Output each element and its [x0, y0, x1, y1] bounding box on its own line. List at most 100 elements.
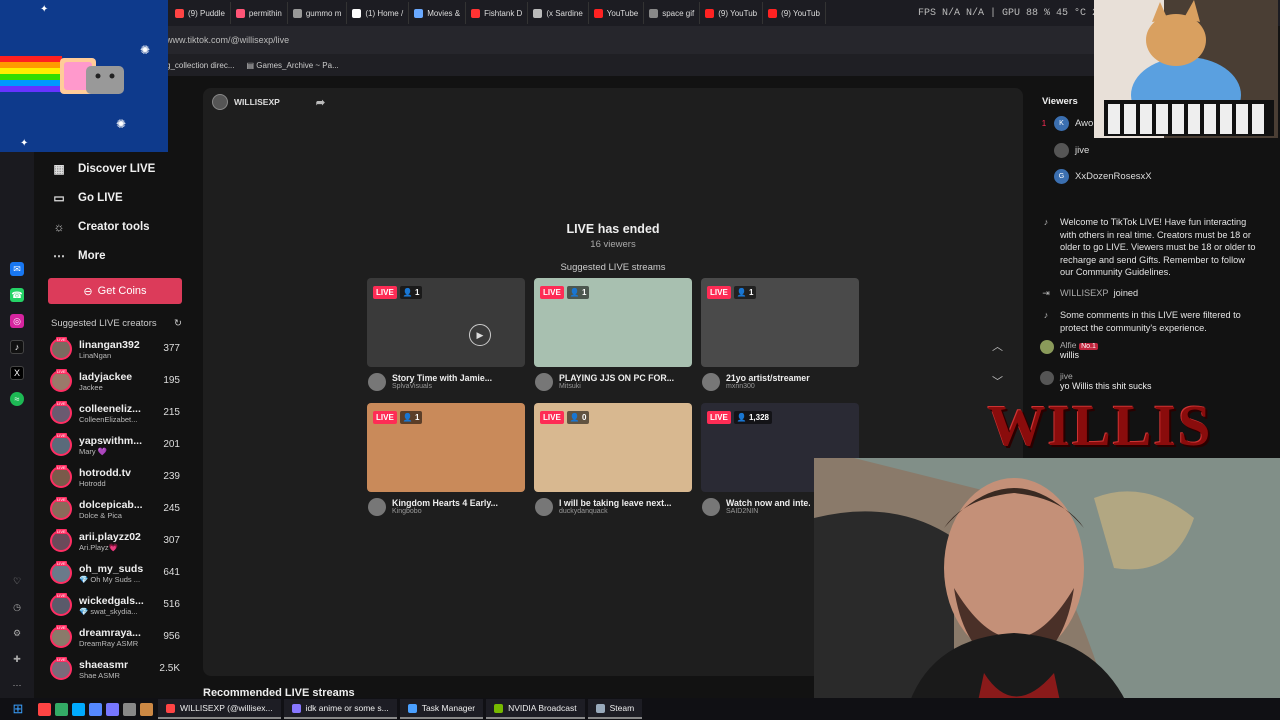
creator-avatar[interactable]: LIVE	[50, 465, 72, 488]
nav-creator-tools[interactable]: ☼ Creator tools	[34, 212, 198, 241]
user-avatar[interactable]	[1040, 340, 1054, 354]
whatsapp-icon[interactable]: ☎	[10, 288, 24, 302]
stream-card[interactable]: LIVE 👤 1 Kingdom Hearts 4 Early... Kingbobo	[367, 403, 525, 516]
browser-tab[interactable]: (9) YouTub	[700, 2, 764, 24]
stream-card[interactable]: LIVE 👤 1 ▶ Story Time with Jamie... SplvaVis…	[367, 278, 525, 391]
viewer-name[interactable]: jive	[1075, 145, 1089, 156]
pinned-app-icon[interactable]	[55, 702, 68, 716]
viewer-avatar[interactable]: G	[1054, 169, 1069, 184]
pinned-app-icon[interactable]	[123, 702, 136, 716]
nav-discover-live[interactable]: ▦ Discover LIVE	[34, 154, 198, 183]
browser-tab[interactable]: Fishtank D	[466, 2, 529, 24]
pinned-app-icon[interactable]	[89, 702, 102, 716]
stream-card[interactable]: LIVE 👤 1 PLAYING JJS ON PC FOR... Mitsuki	[534, 278, 692, 391]
taskbar-item[interactable]: Task Manager	[399, 699, 484, 719]
more-dots-icon[interactable]: ⋯	[10, 678, 24, 692]
browser-tab[interactable]: permithin	[231, 2, 288, 24]
nav-more[interactable]: ⋯ More	[34, 241, 198, 270]
creator-item[interactable]: LIVE shaeasmr Shae ASMR 2.5K	[34, 653, 198, 685]
creator-item[interactable]: LIVE dolcepicab... Dolce & Pica 245	[34, 493, 198, 525]
puzzle-icon[interactable]: ✚	[10, 652, 24, 666]
streamer-name[interactable]: Kingbobo	[392, 508, 522, 515]
viewer-avatar[interactable]: K	[1054, 116, 1069, 131]
spotify-icon[interactable]: ≈	[10, 392, 24, 406]
settings-icon[interactable]: ⚙	[10, 626, 24, 640]
host-bar[interactable]: WILLISEXP ➦	[212, 94, 325, 110]
scroll-up-icon[interactable]: ︿	[992, 338, 1003, 354]
creator-avatar[interactable]: LIVE	[50, 657, 72, 680]
browser-tab[interactable]: space gif	[644, 2, 701, 24]
streamer-name[interactable]: Mitsuki	[559, 383, 689, 390]
messenger-icon[interactable]: ✉	[10, 262, 24, 276]
creator-avatar[interactable]: LIVE	[50, 625, 72, 648]
creator-item[interactable]: LIVE hotrodd.tv Hotrodd 239	[34, 461, 198, 493]
browser-tab[interactable]: (9) YouTub	[763, 2, 826, 24]
x-icon[interactable]: X	[10, 366, 24, 380]
taskbar-item[interactable]: Steam	[587, 699, 643, 719]
stream-title[interactable]: Kingdom Hearts 4 Early...	[392, 498, 522, 508]
bookmark-item[interactable]: g_collection direc...	[166, 61, 234, 70]
share-icon[interactable]: ➦	[316, 96, 325, 109]
stream-thumbnail[interactable]: LIVE 👤 1	[701, 278, 859, 367]
url-text[interactable]: www.tiktok.com/@willisexp/live	[166, 35, 289, 45]
viewer-avatar[interactable]	[1054, 143, 1069, 158]
streamer-name[interactable]: mxnn300	[726, 383, 856, 390]
host-avatar[interactable]	[212, 94, 228, 110]
stream-card[interactable]: LIVE 👤 1,328 Watch now and inte... SAID2NIN	[701, 403, 859, 516]
stream-title[interactable]: Watch now and inte...	[726, 498, 810, 508]
stream-thumbnail[interactable]: LIVE 👤 1	[534, 278, 692, 367]
host-name[interactable]: WILLISEXP	[234, 97, 280, 107]
bookmark-item[interactable]: ▤ Games_Archive ~ Pa...	[246, 61, 338, 70]
browser-tab[interactable]: Movies &	[409, 2, 467, 24]
viewer-name[interactable]: XxDozenRosesxX	[1075, 171, 1152, 182]
start-menu-icon[interactable]: ⊞	[0, 698, 36, 720]
streamer-avatar[interactable]	[368, 498, 386, 516]
streamer-avatar[interactable]	[702, 373, 720, 391]
pinned-app-icon[interactable]	[72, 702, 85, 716]
nav-go-live[interactable]: ▭ Go LIVE	[34, 183, 198, 212]
browser-tab[interactable]: (1) Home /	[347, 2, 410, 24]
creator-avatar[interactable]: LIVE	[50, 593, 72, 616]
creator-avatar[interactable]: LIVE	[50, 561, 72, 584]
creator-item[interactable]: LIVE ladyjackee Jackee 195	[34, 365, 198, 397]
stream-title[interactable]: Story Time with Jamie...	[392, 373, 522, 383]
clock-icon[interactable]: ◷	[10, 600, 24, 614]
viewer-item[interactable]: G XxDozenRosesxX	[1040, 169, 1152, 184]
heart-icon[interactable]: ♡	[10, 574, 24, 588]
streamer-avatar[interactable]	[535, 498, 553, 516]
creator-avatar[interactable]: LIVE	[50, 401, 72, 424]
creator-avatar[interactable]: LIVE	[50, 337, 72, 360]
creator-item[interactable]: LIVE wickedgals... 💎 swat_skydia... 516	[34, 589, 198, 621]
pinned-app-icon[interactable]	[106, 702, 119, 716]
streamer-avatar[interactable]	[368, 373, 386, 391]
pinned-app-icon[interactable]	[38, 702, 51, 716]
viewer-item[interactable]: jive	[1040, 143, 1089, 158]
stream-thumbnail[interactable]: LIVE 👤 0	[534, 403, 692, 492]
creator-item[interactable]: LIVE oh_my_suds 💎 Oh My Suds ... 641	[34, 557, 198, 589]
creator-avatar[interactable]: LIVE	[50, 369, 72, 392]
stream-card[interactable]: LIVE 👤 1 21yo artist/streamer mxnn300	[701, 278, 859, 391]
creator-item[interactable]: LIVE colleeneliz... ColleenElizabet... 215	[34, 397, 198, 429]
viewer-name[interactable]: Awo	[1075, 118, 1093, 129]
tiktok-icon[interactable]: ♪	[10, 340, 24, 354]
taskbar-item[interactable]: idk anime or some s...	[283, 699, 397, 719]
browser-tab[interactable]: (x Sardine	[528, 2, 589, 24]
streamer-avatar[interactable]	[535, 373, 553, 391]
creator-avatar[interactable]: LIVE	[50, 529, 72, 552]
stream-title[interactable]: I will be taking leave next...	[559, 498, 689, 508]
pinned-app-icon[interactable]	[140, 702, 153, 716]
instagram-icon[interactable]: ◎	[10, 314, 24, 328]
creator-item[interactable]: LIVE linangan392 LinaNgan 377	[34, 333, 198, 365]
creator-avatar[interactable]: LIVE	[50, 433, 72, 456]
creator-item[interactable]: LIVE arii.playzz02 Ari.Playz💗 307	[34, 525, 198, 557]
creator-item[interactable]: LIVE dreamraya... DreamRay ASMR 956	[34, 621, 198, 653]
stream-title[interactable]: 21yo artist/streamer	[726, 373, 856, 383]
stream-thumbnail[interactable]: LIVE 👤 1	[367, 403, 525, 492]
stream-thumbnail[interactable]: LIVE 👤 1 ▶	[367, 278, 525, 367]
streamer-name[interactable]: SplvaVisuals	[392, 383, 522, 390]
browser-tab[interactable]: YouTube	[589, 2, 645, 24]
refresh-icon[interactable]: ↻	[174, 318, 182, 329]
stream-card[interactable]: LIVE 👤 0 I will be taking leave next... duc…	[534, 403, 692, 516]
streamer-name[interactable]: duckydanquack	[559, 508, 689, 515]
play-icon[interactable]: ▶	[469, 324, 491, 346]
